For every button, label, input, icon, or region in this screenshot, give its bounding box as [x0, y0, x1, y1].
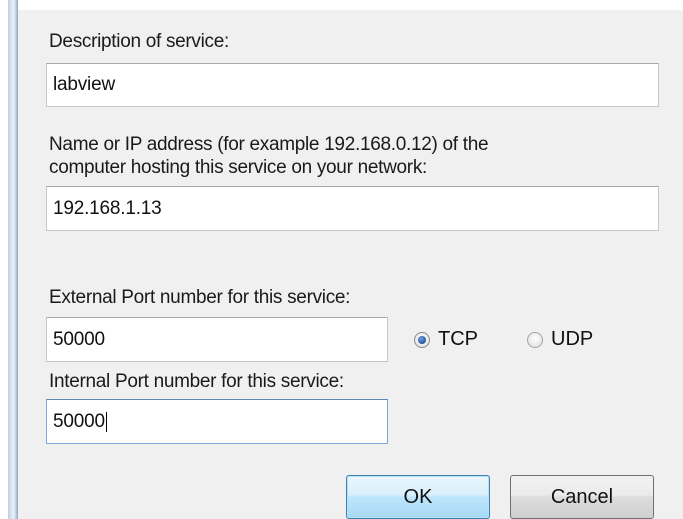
external-port-label: External Port number for this service:	[49, 287, 351, 308]
service-settings-dialog: Description of service: labview Name or …	[18, 10, 683, 519]
cancel-button[interactable]: Cancel	[510, 475, 654, 519]
internal-port-input-value: 50000	[53, 410, 105, 432]
external-port-input-value: 50000	[53, 328, 105, 350]
host-address-input-value: 192.168.1.13	[53, 197, 162, 219]
udp-radio-option[interactable]: UDP	[527, 328, 593, 351]
description-input[interactable]: labview	[46, 63, 659, 107]
description-input-value: labview	[53, 74, 115, 95]
tcp-radio-button[interactable]	[414, 331, 430, 348]
internal-port-input[interactable]: 50000	[46, 399, 388, 444]
host-label-line2: computer hosting this service on your ne…	[49, 157, 427, 178]
screenshot-frame: Description of service: labview Name or …	[0, 0, 683, 519]
tcp-radio-option[interactable]: TCP	[414, 328, 478, 351]
description-label: Description of service:	[49, 31, 230, 52]
ok-button[interactable]: OK	[346, 475, 490, 519]
internal-port-label: Internal Port number for this service:	[49, 371, 344, 392]
host-address-input[interactable]: 192.168.1.13	[46, 186, 659, 231]
udp-radio-label: UDP	[551, 328, 594, 350]
host-label-line1: Name or IP address (for example 192.168.…	[49, 134, 489, 155]
text-caret	[105, 411, 107, 432]
tcp-radio-label: TCP	[438, 328, 478, 350]
external-port-input[interactable]: 50000	[46, 317, 388, 362]
window-left-border	[8, 0, 18, 519]
udp-radio-button[interactable]	[527, 331, 543, 348]
